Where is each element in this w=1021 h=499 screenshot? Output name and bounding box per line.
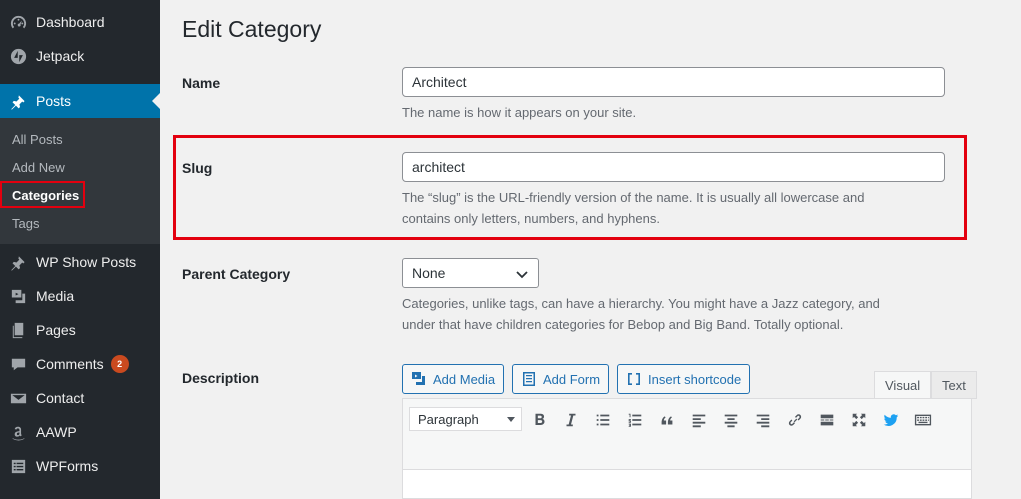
bulleted-list-button[interactable] bbox=[592, 409, 614, 431]
menu-label: Comments bbox=[36, 356, 104, 372]
italic-icon bbox=[566, 413, 576, 427]
numbered-list-icon bbox=[628, 413, 642, 427]
keyboard-icon bbox=[914, 414, 932, 426]
tab-text[interactable]: Text bbox=[931, 371, 977, 399]
menu-item-aawp[interactable]: AAWP bbox=[0, 415, 160, 449]
add-form-label: Add Form bbox=[543, 371, 601, 387]
menu-label: Media bbox=[36, 288, 75, 304]
add-form-button[interactable]: Add Form bbox=[512, 364, 610, 394]
pages-icon bbox=[0, 321, 36, 340]
menu-label: Pages bbox=[36, 322, 76, 338]
jetpack-icon bbox=[0, 47, 36, 66]
form-icon bbox=[523, 372, 535, 386]
menu-item-wpforms[interactable]: WPForms bbox=[0, 449, 160, 483]
admin-sidebar: Dashboard Jetpack Posts All Posts Add Ne… bbox=[0, 0, 160, 499]
bold-icon bbox=[535, 413, 545, 425]
submenu-add-new[interactable]: Add New bbox=[12, 160, 65, 175]
submenu-all-posts[interactable]: All Posts bbox=[12, 132, 63, 147]
mail-icon bbox=[0, 389, 36, 408]
categories-highlight-box bbox=[0, 181, 85, 208]
quote-icon bbox=[661, 416, 673, 425]
align-left-icon bbox=[692, 414, 706, 428]
active-indicator bbox=[152, 93, 160, 109]
link-icon bbox=[788, 414, 802, 426]
menu-label: Dashboard bbox=[36, 14, 105, 30]
menu-item-wp-show-posts[interactable]: WP Show Posts bbox=[0, 245, 160, 279]
parent-help-line-1: Categories, unlike tags, can have a hier… bbox=[402, 296, 880, 311]
name-field[interactable] bbox=[402, 67, 945, 97]
fullscreen-icon bbox=[852, 413, 866, 427]
parent-category-label: Parent Category bbox=[182, 266, 291, 282]
bold-button[interactable] bbox=[529, 409, 551, 431]
blockquote-button[interactable] bbox=[656, 409, 678, 431]
menu-label: AAWP bbox=[36, 424, 77, 440]
menu-item-pages[interactable]: Pages bbox=[0, 313, 160, 347]
parent-help-line-2: under that have children categories for … bbox=[402, 317, 844, 332]
read-more-icon bbox=[820, 414, 834, 426]
twitter-icon bbox=[883, 414, 899, 426]
format-select[interactable]: Paragraph bbox=[409, 407, 522, 431]
menu-item-media[interactable]: Media bbox=[0, 279, 160, 313]
menu-label: Contact bbox=[36, 390, 85, 406]
editor-toolbar: Paragraph bbox=[402, 398, 972, 470]
parent-category-select[interactable]: None bbox=[402, 258, 539, 288]
add-media-button[interactable]: Add Media bbox=[402, 364, 505, 394]
chevron-down-icon bbox=[516, 271, 528, 279]
slug-label: Slug bbox=[182, 160, 213, 176]
name-help-text: The name is how it appears on your site. bbox=[402, 105, 637, 120]
read-more-button[interactable] bbox=[816, 409, 838, 431]
slug-field[interactable] bbox=[402, 152, 945, 182]
align-center-button[interactable] bbox=[720, 409, 742, 431]
media-icon bbox=[0, 287, 36, 306]
format-select-value: Paragraph bbox=[418, 411, 479, 427]
menu-label: WP Show Posts bbox=[36, 254, 137, 270]
insert-shortcode-label: Insert shortcode bbox=[648, 371, 742, 387]
comments-icon bbox=[0, 355, 36, 374]
slug-help-line-1: The “slug” is the URL-friendly version o… bbox=[402, 190, 865, 205]
pin-icon bbox=[0, 92, 36, 111]
description-label: Description bbox=[182, 370, 260, 386]
main-content: Edit Category Name The name is how it ap… bbox=[160, 0, 1021, 499]
menu-label: Posts bbox=[36, 93, 72, 109]
add-media-label: Add Media bbox=[433, 371, 496, 387]
bulleted-list-icon bbox=[596, 414, 610, 426]
twitter-button[interactable] bbox=[880, 409, 902, 431]
forms-icon bbox=[0, 457, 36, 476]
numbered-list-button[interactable] bbox=[624, 409, 646, 431]
dashboard-icon bbox=[0, 13, 36, 32]
menu-label: WPForms bbox=[36, 458, 99, 474]
submenu-tags[interactable]: Tags bbox=[12, 216, 39, 231]
menu-item-dashboard[interactable]: Dashboard bbox=[0, 5, 160, 39]
media-icon bbox=[412, 372, 425, 385]
menu-item-comments[interactable]: Comments 2 bbox=[0, 347, 160, 381]
fullscreen-button[interactable] bbox=[848, 409, 870, 431]
insert-shortcode-button[interactable]: Insert shortcode bbox=[617, 364, 751, 394]
italic-button[interactable] bbox=[560, 409, 582, 431]
caret-down-icon bbox=[507, 417, 515, 422]
align-right-icon bbox=[756, 414, 770, 428]
slug-help-line-2: contains only letters, numbers, and hyph… bbox=[402, 211, 660, 226]
pin-icon bbox=[0, 253, 36, 272]
align-center-icon bbox=[724, 414, 738, 428]
tab-visual[interactable]: Visual bbox=[874, 371, 932, 399]
amazon-icon bbox=[0, 423, 36, 442]
page-title: Edit Category bbox=[182, 16, 322, 42]
menu-item-posts[interactable]: Posts bbox=[0, 84, 160, 118]
name-label: Name bbox=[182, 75, 221, 91]
align-left-button[interactable] bbox=[688, 409, 710, 431]
menu-item-jetpack[interactable]: Jetpack bbox=[0, 39, 160, 73]
editor-content-area[interactable] bbox=[402, 470, 972, 499]
parent-category-value: None bbox=[412, 265, 446, 281]
shortcode-icon bbox=[628, 373, 640, 385]
align-right-button[interactable] bbox=[752, 409, 774, 431]
menu-item-contact[interactable]: Contact bbox=[0, 381, 160, 415]
insert-link-button[interactable] bbox=[784, 409, 806, 431]
toolbar-toggle-button[interactable] bbox=[912, 409, 934, 431]
menu-label: Jetpack bbox=[36, 48, 85, 64]
comments-count-badge: 2 bbox=[110, 355, 129, 373]
